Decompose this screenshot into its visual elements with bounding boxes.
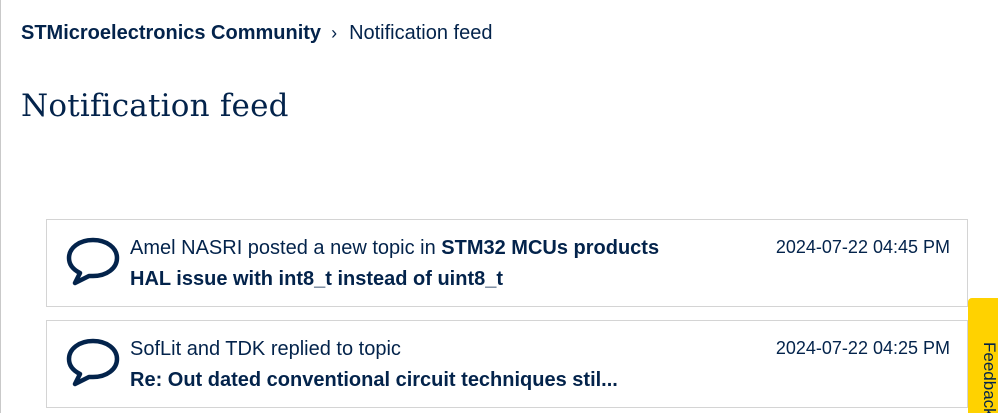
breadcrumb-separator-icon: › (331, 23, 338, 43)
notification-actor-text: SofLit and TDK replied to topic (130, 338, 401, 360)
notification-actor-text: Amel NASRI posted a new topic in (130, 237, 436, 259)
notification-item[interactable]: Amel NASRI posted a new topic in STM32 M… (46, 219, 968, 307)
notification-subject-link[interactable]: HAL issue with int8_t instead of uint8_t (130, 267, 503, 291)
page-title: Notification feed (21, 88, 289, 124)
breadcrumb-home-link[interactable]: STMicroelectronics Community (21, 22, 321, 44)
notification-item[interactable]: SofLit and TDK replied to topic Re: Out … (46, 320, 968, 408)
left-divider (0, 0, 1, 413)
notification-timestamp: 2024-07-22 04:25 PM (775, 338, 950, 358)
notification-subject-link[interactable]: Re: Out dated conventional circuit techn… (130, 368, 618, 392)
feedback-tab[interactable]: Feedback (968, 298, 998, 413)
breadcrumb-current: Notification feed (349, 22, 493, 44)
notification-summary: SofLit and TDK replied to topic (130, 337, 401, 361)
notification-board-link[interactable]: STM32 MCUs products (441, 237, 659, 259)
feedback-label: Feedback (980, 342, 998, 413)
notification-summary: Amel NASRI posted a new topic in STM32 M… (130, 236, 659, 260)
notification-feed: Amel NASRI posted a new topic in STM32 M… (46, 219, 968, 413)
page: STMicroelectronics Community › Notificatio… (0, 0, 998, 413)
speech-bubble-icon (66, 237, 120, 286)
notification-timestamp: 2024-07-22 04:45 PM (775, 237, 950, 257)
speech-bubble-icon (66, 338, 120, 387)
breadcrumb: STMicroelectronics Community › Notificatio… (21, 21, 492, 45)
